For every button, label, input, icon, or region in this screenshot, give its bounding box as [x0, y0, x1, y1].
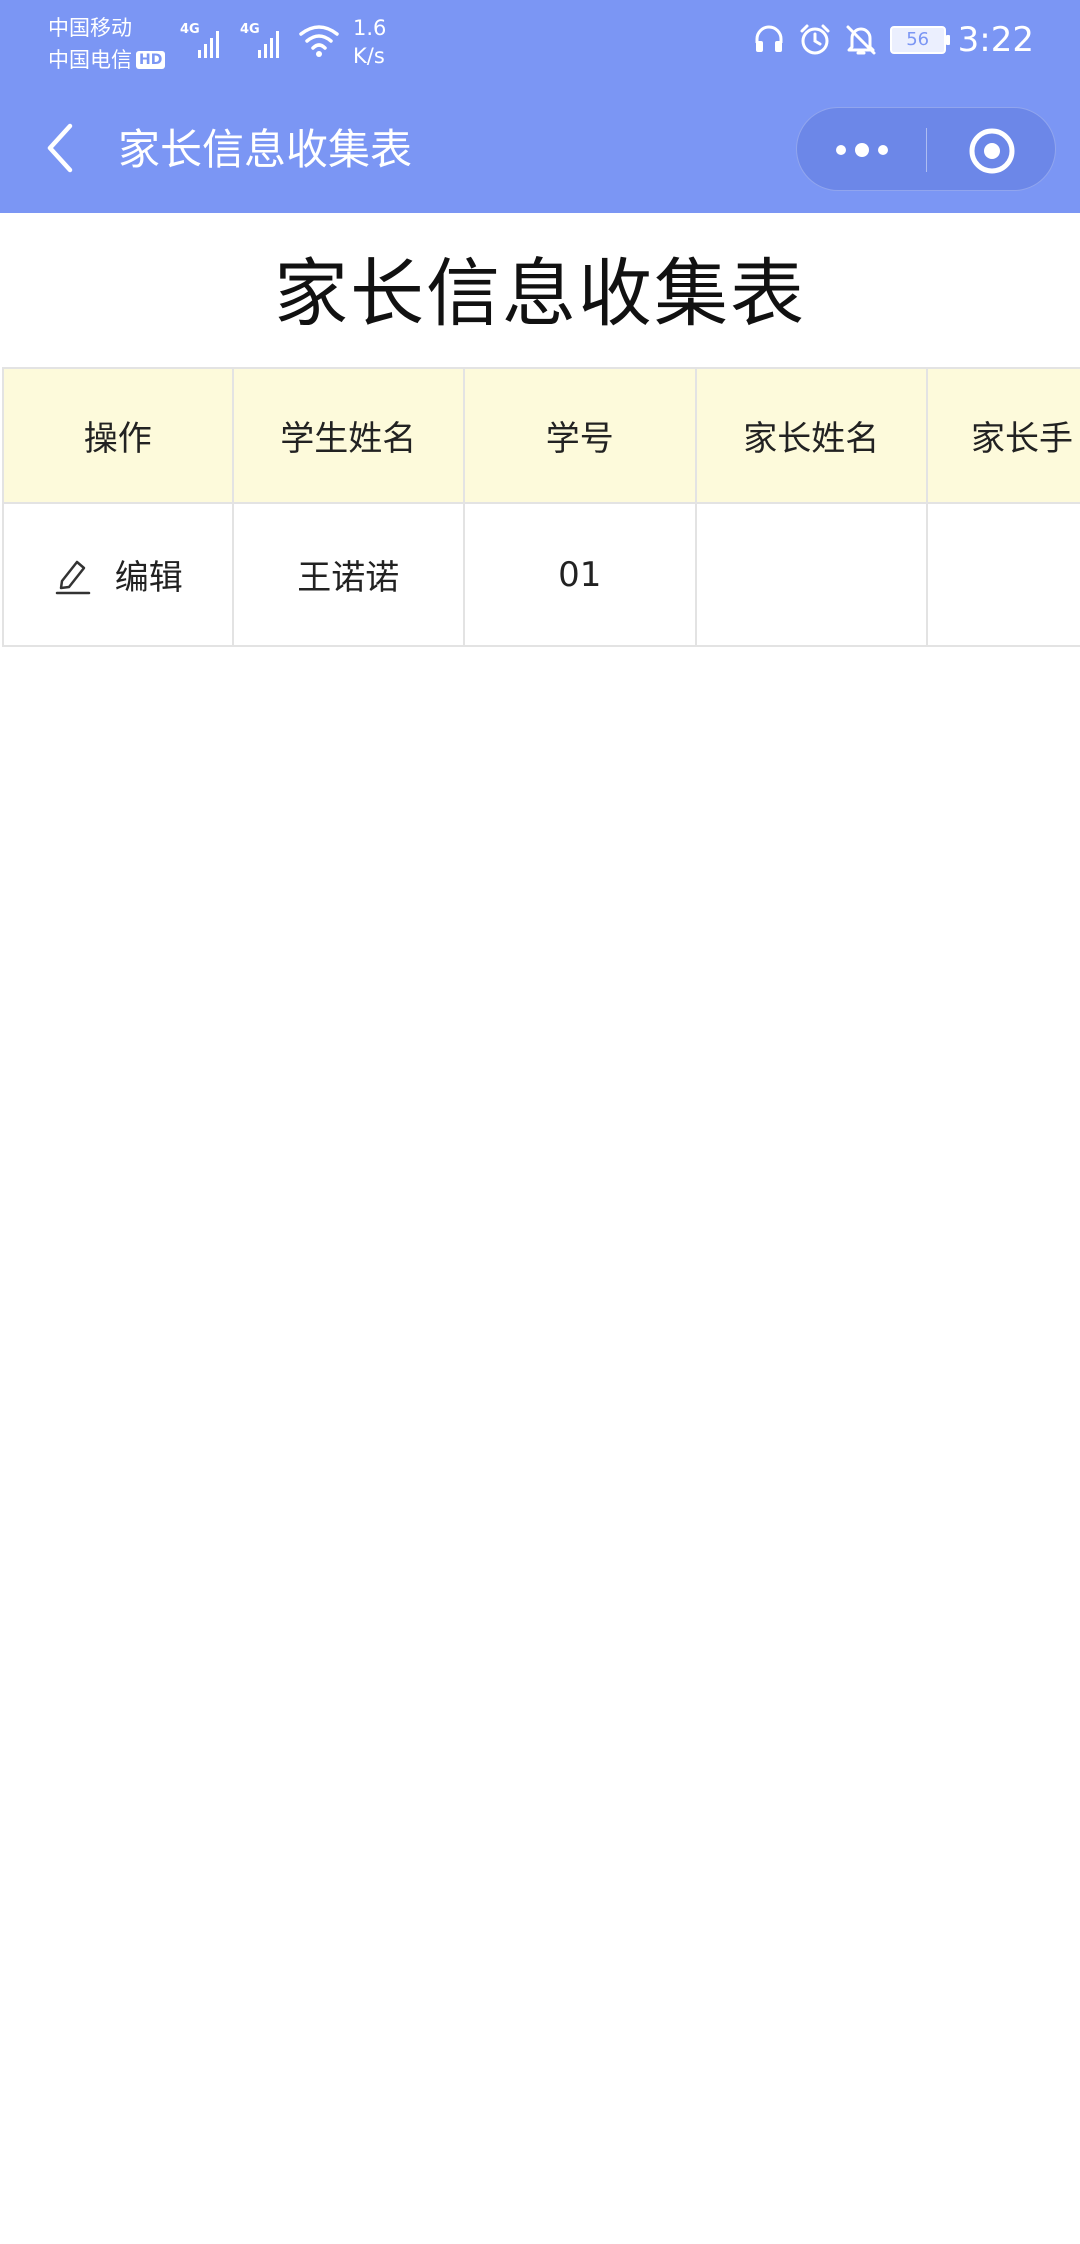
column-header-parent-phone: 家长手: [928, 367, 1080, 504]
chevron-left-icon[interactable]: [40, 118, 80, 178]
table-grid: 操作 学生姓名 学号 家长姓名 家长手 编辑 王诺诺 01: [2, 367, 1080, 647]
info-table: 操作 学生姓名 学号 家长姓名 家长手 编辑 王诺诺 01: [0, 367, 1080, 649]
nav-title: 家长信息收集表: [118, 125, 413, 174]
edit-pencil-icon: [55, 560, 90, 594]
signal-icon-1: 4G: [180, 22, 228, 58]
signal-icon-2: 4G: [240, 22, 288, 58]
top-bar: 中国移动 中国电信 HD 4G 4G 1.6 K/s 56 3:22 家长信息收…: [0, 0, 1080, 213]
status-right: 56 3:22: [752, 20, 1034, 60]
net-speed-value: 1.6: [353, 16, 387, 40]
bell-off-icon: [846, 25, 876, 55]
edit-label: 编辑: [114, 558, 183, 598]
table-cell-student-id: 01: [465, 504, 697, 647]
signal-label-2: 4G: [240, 22, 260, 37]
column-header-action: 操作: [2, 367, 234, 504]
carrier-info: 中国移动 中国电信 HD: [48, 12, 166, 76]
table-cell-parent-name: [696, 504, 928, 647]
alarm-icon: [800, 24, 830, 55]
carrier-1: 中国移动: [48, 16, 132, 40]
edit-button[interactable]: 编辑: [53, 550, 183, 599]
clock: 3:22: [957, 20, 1034, 60]
table-cell-student-name: 王诺诺: [233, 504, 465, 647]
signal-label-1: 4G: [180, 22, 200, 37]
table-row-action-cell: 编辑: [2, 504, 234, 647]
carrier-row-1: 中国移动: [48, 12, 165, 44]
capsule-divider: [926, 128, 927, 172]
carrier-2: 中国电信: [48, 48, 132, 72]
column-header-student-name: 学生姓名: [233, 367, 465, 504]
battery-icon: 56: [889, 26, 950, 54]
target-circle-icon[interactable]: [967, 126, 1017, 176]
column-header-student-id: 学号: [465, 367, 697, 504]
mini-program-capsule: [796, 107, 1056, 191]
more-dots-icon[interactable]: [827, 130, 897, 170]
wifi-icon: [299, 25, 339, 57]
net-speed: 1.6 K/s: [353, 14, 386, 70]
hd-badge: HD: [136, 51, 166, 69]
table-cell-parent-phone: [928, 504, 1080, 647]
headset-icon: [755, 25, 783, 52]
page-title: 家长信息收集表: [274, 251, 806, 337]
net-speed-unit: K/s: [353, 44, 385, 68]
column-header-parent-name: 家长姓名: [696, 367, 928, 504]
carrier-row-2: 中国电信 HD: [48, 44, 166, 76]
